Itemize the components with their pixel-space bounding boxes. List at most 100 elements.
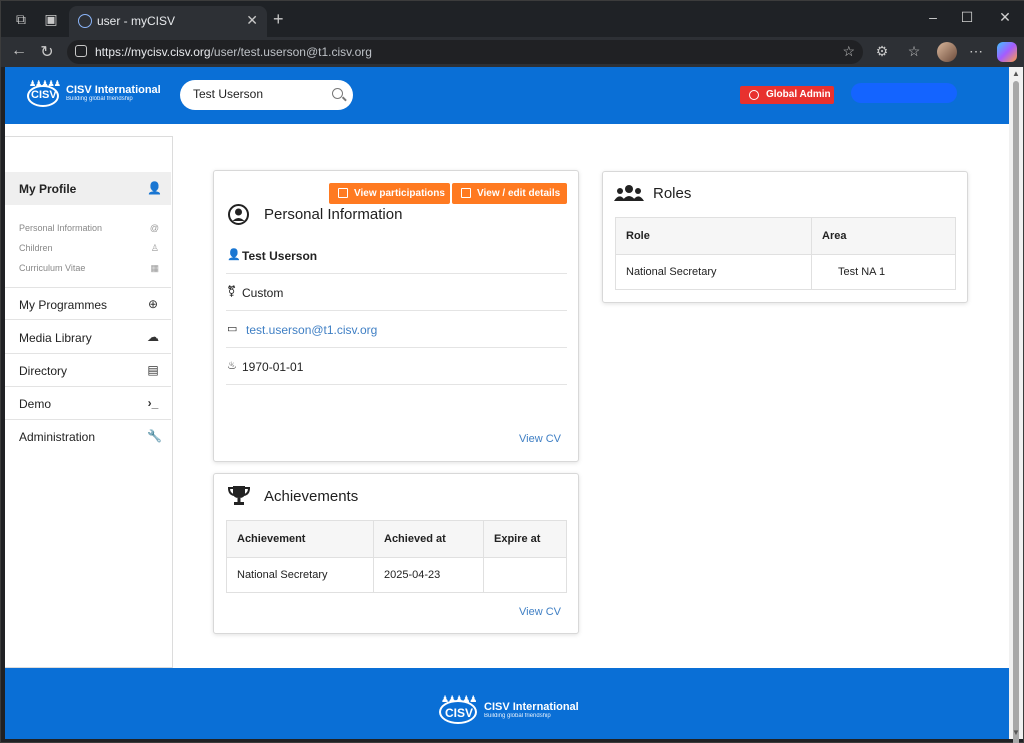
personal-information-title: Personal Information [264, 206, 403, 223]
globe-icon: ⊕ [147, 297, 159, 311]
header-org-tagline: Building global friendship [66, 96, 133, 102]
gender-row: ⚧ Custom [226, 274, 567, 311]
scrollbar-thumb[interactable] [1013, 81, 1019, 743]
table-cell: 2025-04-23 [373, 557, 484, 593]
user-icon: 👤 [147, 181, 162, 195]
sidebar-item-administration[interactable]: Administration 🔧 [5, 420, 171, 453]
wrench-icon: 🔧 [147, 429, 162, 443]
close-window-icon[interactable]: ✕ [995, 9, 1015, 26]
sidebar-item-label: Administration [19, 430, 96, 444]
browser-window: ⧉ ▣ user - myCISV ✕ + – ☐ ✕ ← ↻ https://… [0, 0, 1024, 743]
column-header: Achieved at [373, 520, 484, 558]
terminal-icon: ›_ [147, 396, 159, 410]
sidebar-item-my-profile[interactable]: My Profile 👤 [5, 172, 171, 205]
favorite-star-icon[interactable]: ☆ [842, 43, 855, 60]
at-icon: @ [149, 223, 159, 233]
roles-title: Roles [653, 185, 692, 202]
note-icon: ▦ [150, 263, 159, 273]
close-tab-icon[interactable]: ✕ [246, 12, 258, 29]
footer-org-tagline: Building global friendship [484, 713, 551, 719]
table-cell: National Secretary [615, 254, 812, 290]
header-org-name: CISV International [66, 84, 161, 96]
sidebar-item-directory[interactable]: Directory ▤ [5, 354, 171, 387]
user-gender: Custom [242, 286, 284, 300]
book-icon: ▤ [147, 363, 159, 377]
sidebar-item-demo[interactable]: Demo ›_ [5, 387, 171, 420]
view-cv-link[interactable]: View CV [519, 433, 561, 445]
profile-avatar[interactable] [937, 42, 957, 62]
browser-tab[interactable]: user - myCISV ✕ [69, 6, 267, 37]
table-cell: National Secretary [226, 557, 374, 593]
birthdate-row: ♨ 1970-01-01 [226, 348, 567, 385]
new-tab-icon[interactable]: + [273, 9, 284, 30]
table-row: National Secretary Test NA 1 [615, 254, 956, 290]
footer-cisv-logo[interactable]: ♟♟♟♟♟ CISV CISV International Building g… [437, 694, 579, 726]
user-email-link[interactable]: test.userson@t1.cisv.org [246, 323, 377, 337]
cisv-logo[interactable]: ♟♟♟♟♟ CISV CISV International Building g… [25, 79, 161, 107]
column-header: Role [615, 217, 812, 255]
sidebar-item-media-library[interactable]: Media Library ☁ [5, 321, 171, 354]
tab-title: user - myCISV [97, 14, 176, 28]
roles-card: Roles Role Area National Secretary Test … [602, 171, 968, 303]
birthday-cake-icon: ♨ [227, 360, 237, 372]
page-viewport: ♟♟♟♟♟ CISV CISV International Building g… [5, 67, 1009, 739]
table-row: National Secretary 2025-04-23 [226, 557, 567, 593]
sidebar-item-label: Media Library [19, 331, 92, 345]
user-birthdate: 1970-01-01 [242, 360, 304, 374]
user-icon: 👤 [227, 249, 241, 261]
gender-icon: ⚧ [227, 286, 237, 298]
copilot-icon[interactable] [997, 42, 1017, 62]
sidebar-sub-children[interactable]: Children ♙ [19, 243, 159, 253]
search-input[interactable] [193, 87, 323, 101]
refresh-icon[interactable]: ↻ [37, 42, 57, 62]
external-link-icon [461, 188, 471, 198]
sidebar-sub-curriculum-vitae[interactable]: Curriculum Vitae ▦ [19, 263, 159, 273]
cisv-emblem: ♟♟♟♟♟ CISV [437, 694, 479, 726]
child-icon: ♙ [150, 243, 159, 253]
scrollbar[interactable]: ▲ ▼ [1009, 67, 1023, 743]
tab-actions-icon[interactable]: ▣ [43, 11, 59, 27]
maximize-icon[interactable]: ☐ [957, 9, 977, 26]
trophy-icon [227, 486, 251, 505]
sidebar-item-label: Directory [19, 364, 68, 378]
search-icon[interactable] [332, 88, 343, 99]
workspaces-icon[interactable]: ⧉ [13, 11, 29, 27]
achievements-title: Achievements [264, 488, 359, 505]
sidebar-item-my-programmes[interactable]: My Programmes ⊕ [5, 287, 171, 320]
extensions-icon[interactable]: ⚙ [873, 43, 891, 60]
name-row: 👤 Test Userson [226, 237, 567, 274]
view-edit-details-button[interactable]: View / edit details [452, 183, 567, 204]
column-header: Expire at [483, 520, 567, 558]
user-menu[interactable] [851, 83, 957, 103]
url-text: https://mycisv.cisv.org/user/test.userso… [95, 45, 372, 59]
view-participations-button[interactable]: View participations [329, 183, 450, 204]
sidebar-sub-personal-information[interactable]: Personal Information @ [19, 223, 159, 233]
view-cv-link[interactable]: View CV [519, 606, 561, 618]
cisv-emblem: ♟♟♟♟♟ CISV [25, 79, 61, 107]
email-row: ▭ test.userson@t1.cisv.org [226, 311, 567, 348]
minimize-icon[interactable]: – [923, 9, 943, 25]
sidebar: My Profile 👤 Personal Information @ Chil… [5, 136, 173, 668]
scroll-down-icon[interactable]: ▼ [1012, 728, 1020, 737]
favorites-icon[interactable]: ☆ [905, 43, 923, 60]
back-icon[interactable]: ← [9, 42, 29, 60]
personal-information-card: View participations View / edit details … [213, 170, 579, 462]
admin-badge-label: Global Admin [766, 89, 831, 100]
url-bar[interactable]: https://mycisv.cisv.org/user/test.userso… [67, 40, 863, 64]
sidebar-item-label: My Profile [19, 182, 77, 196]
more-icon[interactable]: ⋯ [967, 43, 985, 60]
global-admin-badge[interactable]: Global Admin [740, 86, 834, 104]
scroll-up-icon[interactable]: ▲ [1012, 69, 1020, 78]
site-footer: ♟♟♟♟♟ CISV CISV International Building g… [5, 668, 1009, 739]
tab-bar: ⧉ ▣ user - myCISV ✕ + – ☐ ✕ [1, 1, 1024, 37]
globe-icon [78, 14, 92, 28]
column-header: Achievement [226, 520, 374, 558]
external-link-icon [338, 188, 348, 198]
cloud-icon: ☁ [147, 330, 159, 344]
search-box[interactable] [180, 80, 353, 110]
achievements-card: Achievements Achievement Achieved at Exp… [213, 473, 579, 634]
footer-org-name: CISV International [484, 701, 579, 713]
site-header: ♟♟♟♟♟ CISV CISV International Building g… [5, 67, 1009, 124]
id-card-icon: ▭ [227, 323, 238, 335]
sidebar-item-label: My Programmes [19, 298, 108, 312]
